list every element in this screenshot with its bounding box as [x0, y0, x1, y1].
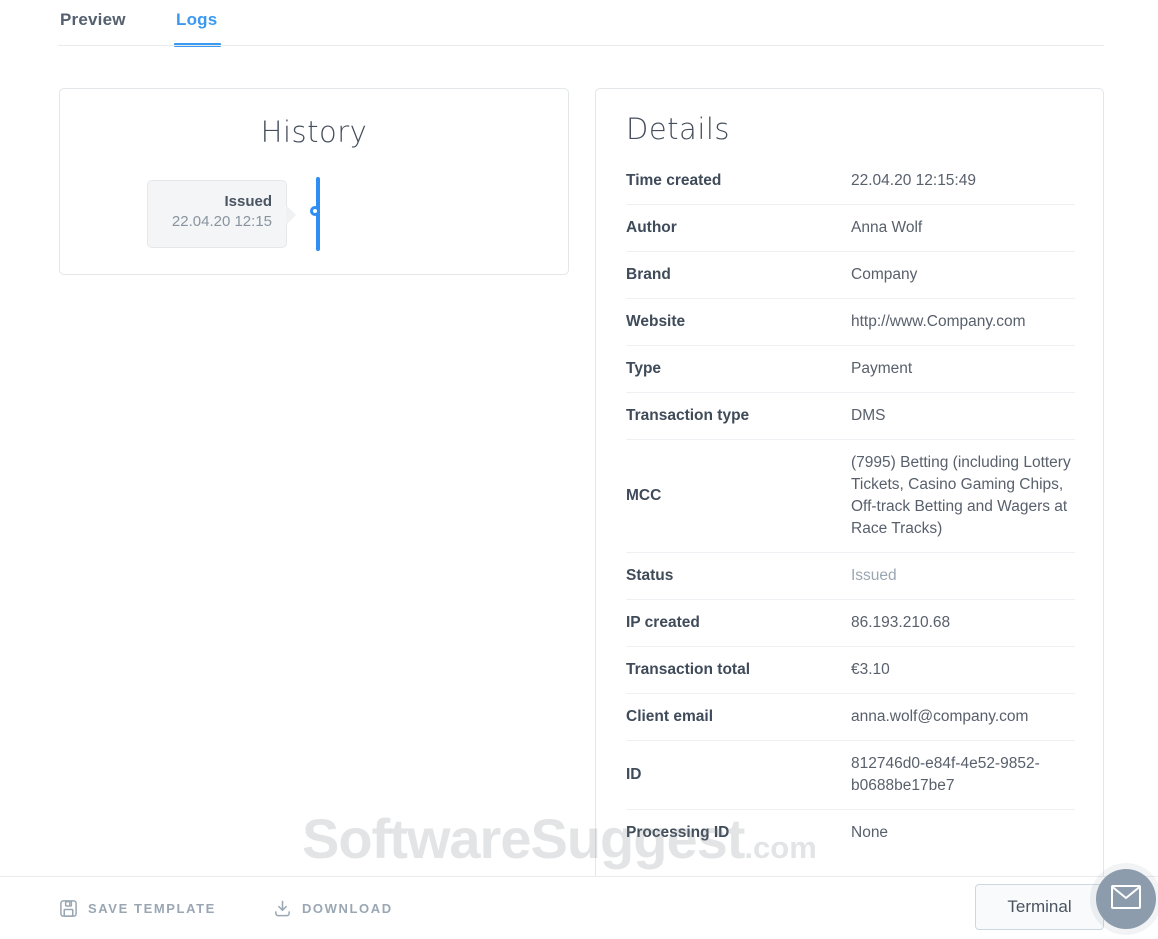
download-label: DOWNLOAD — [302, 901, 393, 916]
footer-actions: SAVE TEMPLATE DOWNLOAD — [59, 877, 393, 939]
detail-row: Author Anna Wolf — [626, 205, 1075, 252]
detail-row: IP created 86.193.210.68 — [626, 600, 1075, 647]
tab-logs[interactable]: Logs — [176, 10, 217, 30]
download-icon — [273, 899, 292, 918]
detail-label: Website — [626, 311, 851, 333]
detail-label: Client email — [626, 706, 851, 728]
detail-label: Status — [626, 565, 851, 587]
detail-row: Client email anna.wolf@company.com — [626, 694, 1075, 741]
save-icon — [59, 899, 78, 918]
history-title: History — [60, 115, 568, 149]
detail-label: IP created — [626, 612, 851, 634]
detail-value: Issued — [851, 565, 1075, 587]
details-card: Details Time created 22.04.20 12:15:49 A… — [595, 88, 1104, 939]
detail-value: Payment — [851, 358, 1075, 380]
detail-value: Company — [851, 264, 1075, 286]
tab-preview[interactable]: Preview — [60, 10, 126, 30]
detail-value: Anna Wolf — [851, 217, 1075, 239]
detail-label: MCC — [626, 485, 851, 507]
footer-bar: SAVE TEMPLATE DOWNLOAD Terminal — [0, 876, 1158, 939]
detail-value: anna.wolf@company.com — [851, 706, 1075, 728]
tab-bar: Preview Logs — [0, 0, 1158, 47]
event-timestamp: 22.04.20 12:15 — [158, 213, 272, 230]
details-title: Details — [626, 112, 1075, 146]
detail-value: €3.10 — [851, 659, 1075, 681]
detail-row: Type Payment — [626, 346, 1075, 393]
detail-value: None — [851, 822, 1075, 844]
detail-label: Transaction total — [626, 659, 851, 681]
timeline-event-tooltip: Issued 22.04.20 12:15 — [147, 180, 287, 248]
terminal-button[interactable]: Terminal — [975, 884, 1104, 930]
download-button[interactable]: DOWNLOAD — [273, 899, 393, 918]
detail-row: Status Issued — [626, 553, 1075, 600]
event-status: Issued — [158, 193, 272, 210]
detail-label: Author — [626, 217, 851, 239]
save-template-button[interactable]: SAVE TEMPLATE — [59, 899, 216, 918]
detail-row: Transaction type DMS — [626, 393, 1075, 440]
detail-row: Brand Company — [626, 252, 1075, 299]
tooltip-arrow — [286, 205, 296, 225]
timeline-event-dot[interactable] — [310, 206, 320, 216]
detail-label: Time created — [626, 170, 851, 192]
save-template-label: SAVE TEMPLATE — [88, 901, 216, 916]
detail-value: (7995) Betting (including Lottery Ticket… — [851, 452, 1075, 540]
detail-row: Time created 22.04.20 12:15:49 — [626, 158, 1075, 205]
detail-value: DMS — [851, 405, 1075, 427]
detail-row: Processing ID None — [626, 810, 1075, 856]
detail-label: ID — [626, 764, 851, 786]
history-card: History Issued 22.04.20 12:15 — [59, 88, 569, 275]
tab-logs-label: Logs — [176, 10, 217, 29]
detail-label: Type — [626, 358, 851, 380]
mail-chat-button[interactable] — [1096, 869, 1156, 929]
detail-row: Transaction total €3.10 — [626, 647, 1075, 694]
detail-label: Brand — [626, 264, 851, 286]
detail-value: 22.04.20 12:15:49 — [851, 170, 1075, 192]
details-row-list: Time created 22.04.20 12:15:49 Author An… — [626, 158, 1075, 856]
detail-value: 812746d0-e84f-4e52-9852-b0688be17be7 — [851, 753, 1075, 797]
detail-row: MCC (7995) Betting (including Lottery Ti… — [626, 440, 1075, 553]
envelope-icon — [1110, 884, 1142, 915]
detail-value: http://www.Company.com — [851, 311, 1075, 333]
detail-label: Processing ID — [626, 822, 851, 844]
detail-value: 86.193.210.68 — [851, 612, 1075, 634]
detail-label: Transaction type — [626, 405, 851, 427]
detail-row: Website http://www.Company.com — [626, 299, 1075, 346]
detail-row: ID 812746d0-e84f-4e52-9852-b0688be17be7 — [626, 741, 1075, 810]
tabbar-divider — [58, 45, 1104, 46]
